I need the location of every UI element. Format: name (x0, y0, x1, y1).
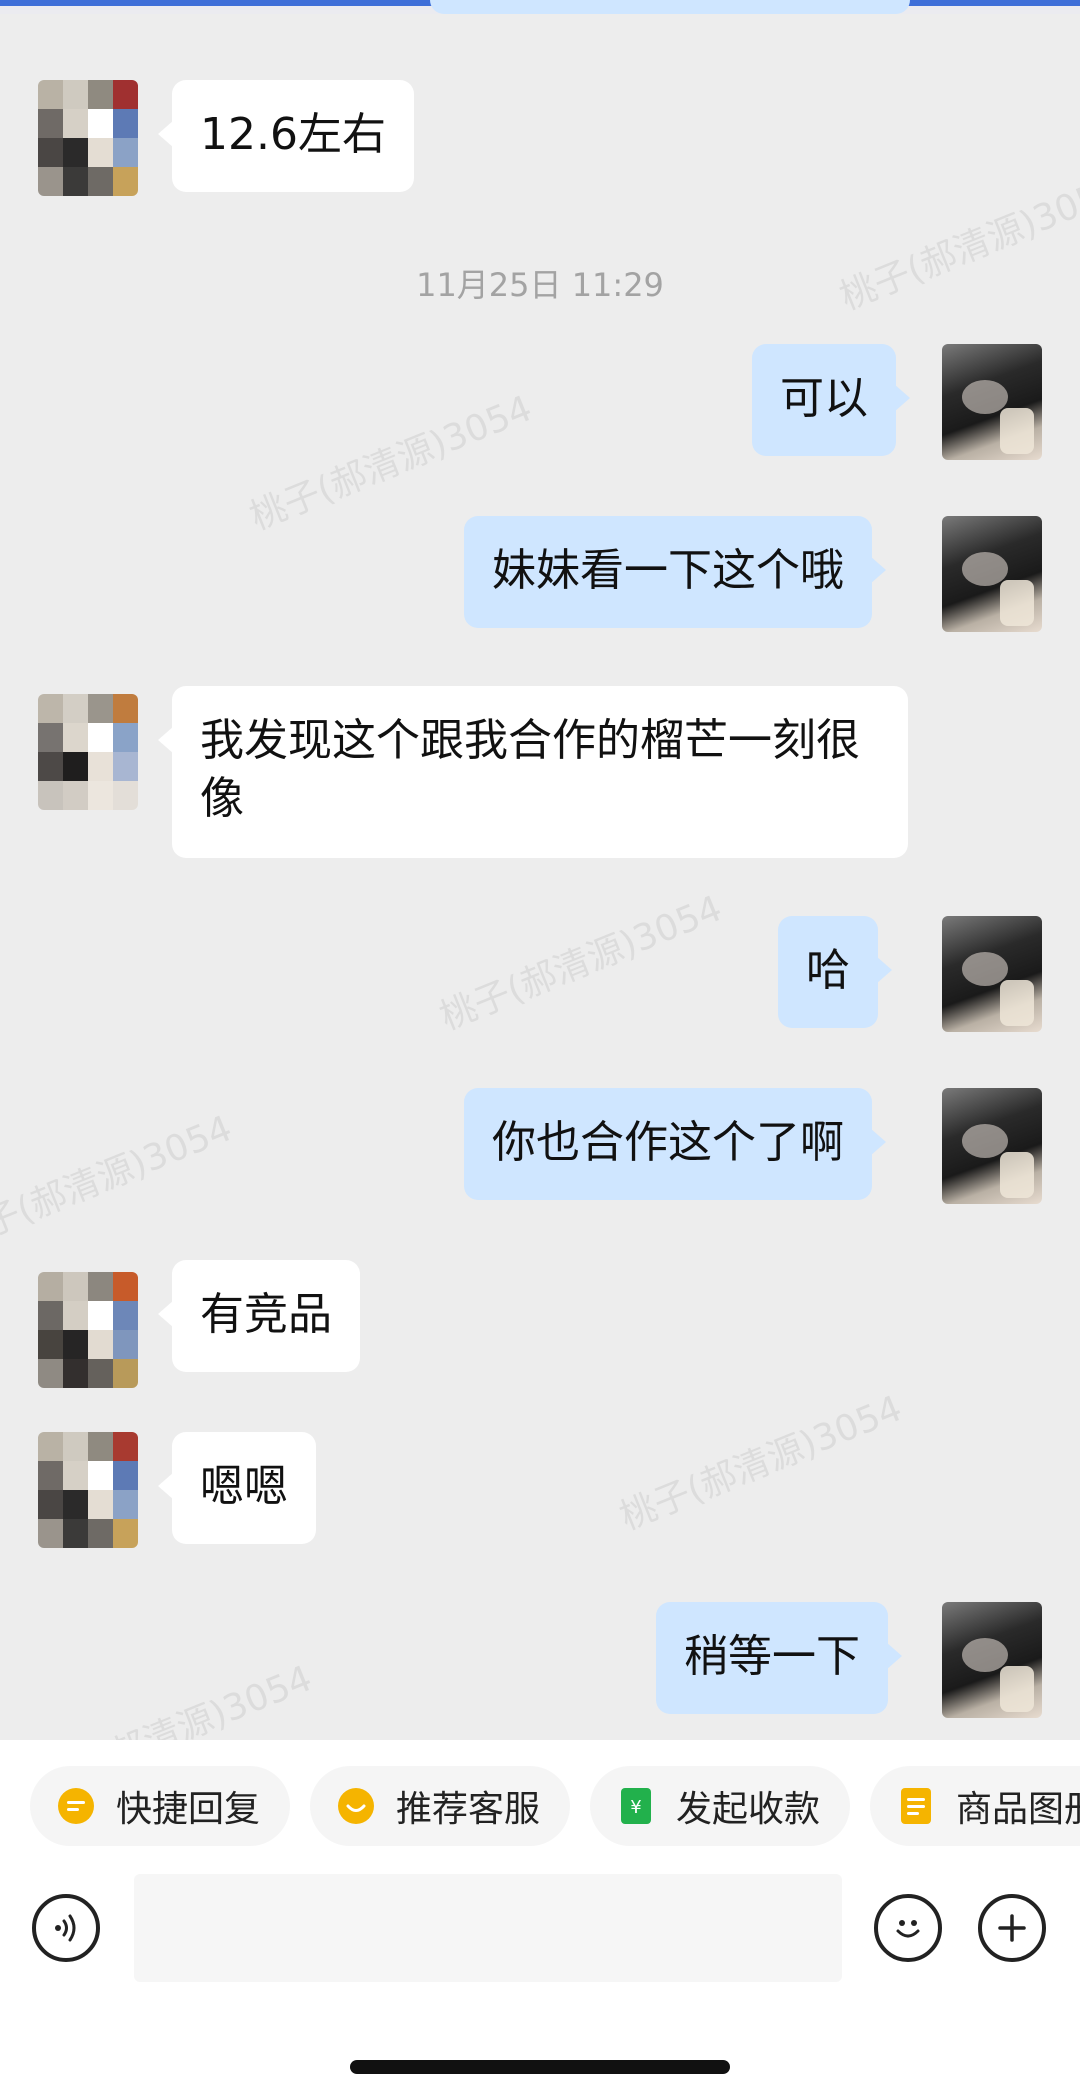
quick-reply-label: 快捷回复 (116, 1789, 261, 1830)
plus-icon (998, 1914, 1026, 1942)
start-payment-button[interactable]: ¥ 发起收款 (590, 1766, 851, 1846)
product-album-label: 商品图册 (956, 1789, 1080, 1830)
recommend-service-label: 推荐客服 (396, 1789, 541, 1830)
chat-message-list[interactable]: 桃子(郝清源)3054 桃子(郝清源)3054 桃子(郝清源)3054 桃子(郝… (0, 14, 1080, 1740)
agent-avatar[interactable] (942, 516, 1042, 632)
payment-icon: ¥ (616, 1786, 656, 1826)
svg-text:¥: ¥ (630, 1797, 641, 1818)
message-bubble-incoming[interactable]: 有竞品 (158, 1260, 360, 1372)
emoji-button[interactable] (874, 1894, 942, 1962)
recommend-service-icon (336, 1786, 376, 1826)
quick-action-bar[interactable]: 快捷回复 推荐客服 ¥ 发起收款 商品图册 (0, 1766, 1080, 1850)
agent-avatar[interactable] (942, 916, 1042, 1032)
message-bubble-outgoing[interactable]: 稍等一下 (656, 1602, 902, 1714)
customer-avatar[interactable] (38, 1272, 138, 1388)
message-bubble-incoming[interactable]: 12.6左右 (158, 80, 414, 192)
previous-message-bubble-edge (430, 0, 910, 14)
agent-avatar[interactable] (942, 1088, 1042, 1204)
watermark: 桃子(郝清源)3054 (0, 1108, 238, 1259)
voice-input-button[interactable] (32, 1894, 100, 1962)
message-bubble-outgoing[interactable]: 哈 (778, 916, 892, 1028)
message-bubble-incoming[interactable]: 我发现这个跟我合作的榴芒一刻很像 (158, 686, 908, 858)
more-options-button[interactable] (978, 1894, 1046, 1962)
home-indicator[interactable] (350, 2060, 730, 2074)
message-bubble-outgoing[interactable]: 你也合作这个了啊 (464, 1088, 886, 1200)
customer-avatar[interactable] (38, 1432, 138, 1548)
start-payment-label: 发起收款 (676, 1789, 821, 1830)
product-album-button[interactable]: 商品图册 (870, 1766, 1080, 1846)
message-input-row (0, 1874, 1080, 1994)
top-strip (0, 0, 1080, 14)
emoji-icon (896, 1920, 920, 1938)
customer-avatar[interactable] (38, 694, 138, 810)
message-timestamp: 11月25日 11:29 (416, 266, 664, 304)
quick-reply-button[interactable]: 快捷回复 (30, 1766, 291, 1846)
message-input[interactable] (134, 1874, 842, 1982)
customer-avatar[interactable] (38, 80, 138, 196)
watermark: 桃子(郝清源)3054 (614, 1388, 908, 1539)
agent-avatar[interactable] (942, 1602, 1042, 1718)
product-album-icon (896, 1786, 936, 1826)
message-bubble-outgoing[interactable]: 妹妹看一下这个哦 (464, 516, 886, 628)
message-bubble-incoming[interactable]: 嗯嗯 (158, 1432, 316, 1544)
bottom-input-panel: 快捷回复 推荐客服 ¥ 发起收款 商品图册 (0, 1740, 1080, 2100)
voice-icon (55, 1914, 76, 1942)
agent-avatar[interactable] (942, 344, 1042, 460)
watermark: 桃子(郝清源)3054 (24, 1658, 318, 1740)
message-bubble-outgoing[interactable]: 可以 (752, 344, 910, 456)
quick-reply-icon (56, 1786, 96, 1826)
recommend-service-button[interactable]: 推荐客服 (310, 1766, 571, 1846)
watermark: 桃子(郝清源)3054 (434, 888, 728, 1039)
